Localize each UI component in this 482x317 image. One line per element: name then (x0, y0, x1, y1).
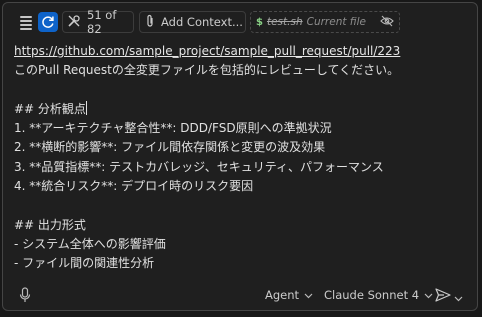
tools-icon (67, 14, 81, 31)
paperclip-icon (145, 14, 155, 31)
prompt-line (14, 196, 469, 215)
prompt-line: - システム全体への影響評価 (14, 236, 166, 251)
model-label: Claude Sonnet 4 (324, 288, 420, 302)
prompt-line: 3. **品質指標**: テストカバレッジ、セキュリティ、パフォーマンス (14, 159, 384, 174)
menu-icon[interactable] (17, 11, 35, 33)
refresh-icon[interactable] (38, 12, 58, 32)
prompt-line (14, 81, 469, 100)
chat-footer: Agent Claude Sonnet 4 (13, 285, 473, 305)
send-icon (435, 287, 451, 306)
prompt-line: ## 分析観点 (14, 101, 86, 116)
chat-input-panel: 51 of 82 Add Context... $ test.sh Curren… (2, 2, 478, 311)
prompt-line: - ファイル間の関連性分析 (14, 256, 155, 271)
chevron-down-icon (304, 288, 313, 302)
mode-label: Agent (265, 288, 300, 302)
prompt-line: 2. **横断的影響**: ファイル間依存関係と変更の波及効果 (14, 140, 326, 155)
chat-toolbar: 51 of 82 Add Context... $ test.sh Curren… (13, 8, 473, 36)
mode-select[interactable]: Agent (265, 285, 313, 305)
prompt-line: 1. **アーキテクチャ整合性**: DDD/FSD原則への準拠状況 (14, 121, 332, 136)
tools-count: 51 of 82 (87, 8, 117, 36)
prompt-line: このPull Requestの全変更ファイルを包括的にレビューしてください。 (14, 63, 400, 78)
prompt-line: ## 出力形式 (14, 217, 86, 232)
shell-file-icon: $ (256, 16, 263, 28)
add-context-label: Add Context... (161, 15, 243, 29)
add-context-button[interactable]: Add Context... (139, 11, 246, 33)
eye-closed-icon[interactable] (380, 15, 394, 30)
chevron-down-icon[interactable] (454, 287, 463, 306)
chevron-down-icon (424, 288, 433, 302)
send-button[interactable] (435, 287, 463, 306)
prompt-line: 4. **統合リスク**: デプロイ時のリスク要因 (14, 179, 254, 194)
prompt-line-with-cursor: ## 分析観点 (14, 100, 469, 119)
model-select[interactable]: Claude Sonnet 4 (324, 285, 433, 305)
current-file-name: test.sh (266, 16, 303, 28)
tools-button[interactable]: 51 of 82 (62, 8, 134, 36)
prompt-textarea[interactable]: https://github.com/sample_project/sample… (14, 42, 469, 274)
text-cursor (85, 100, 87, 115)
current-file-hint: Current file (306, 16, 366, 28)
pr-url-line[interactable]: https://github.com/sample_project/sample… (14, 42, 469, 61)
current-file-chip[interactable]: $ test.sh Current file (250, 11, 400, 33)
microphone-icon[interactable] (19, 287, 31, 307)
